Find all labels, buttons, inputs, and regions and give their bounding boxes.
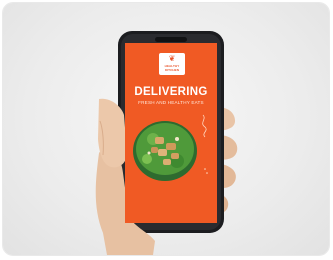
- decor-squiggle: [202, 114, 207, 138]
- chicken-piece: [155, 137, 164, 144]
- chicken-piece: [151, 147, 158, 153]
- decor-dot: [206, 172, 208, 174]
- decor-dot: [204, 168, 206, 170]
- chicken-piece: [163, 159, 171, 165]
- phone-screen: ❦ HEALTHY KITCHEN DELIVERING FRESH AND H…: [125, 43, 217, 223]
- parmesan: [175, 137, 179, 141]
- parmesan: [147, 151, 151, 155]
- photo-card: ❦ HEALTHY KITCHEN DELIVERING FRESH AND H…: [3, 3, 329, 255]
- salad-illustration: [133, 114, 208, 181]
- chicken-piece: [166, 143, 176, 150]
- chicken-piece: [171, 153, 179, 159]
- phone-speaker: [155, 37, 187, 42]
- leaf: [142, 154, 152, 164]
- chicken-piece: [158, 149, 167, 156]
